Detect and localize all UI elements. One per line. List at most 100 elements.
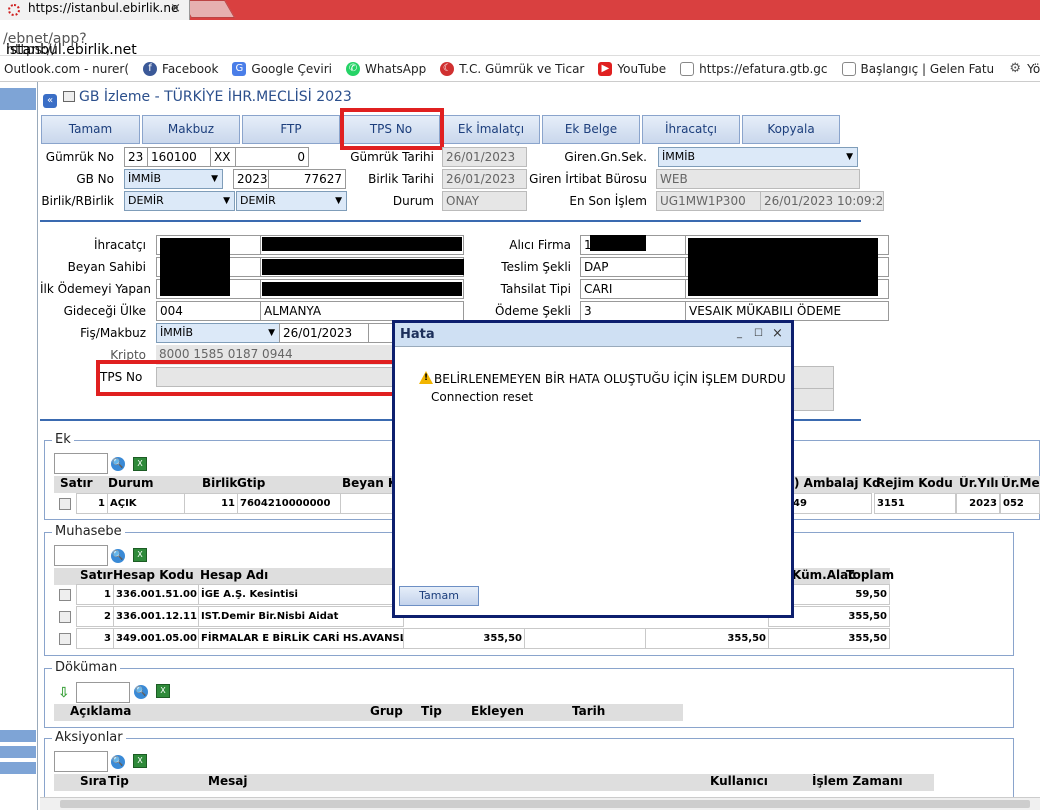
ek-panel-title: Ek [52,432,74,447]
ek-imalatci-button[interactable]: Ek İmalatçı [442,115,540,144]
fis-makbuz-select[interactable]: İMMİB ▼ [156,323,280,343]
muhasebe-search-input[interactable] [54,545,108,566]
col-header: Tip [421,704,442,718]
muh-cell-ad: İGE A.Ş. Kesintisi [198,584,404,605]
maximize-icon[interactable]: ☐ [753,329,764,340]
redaction-block [160,238,230,296]
horizontal-scrollbar[interactable] [40,797,1040,810]
birlik-tarihi-label: Birlik Tarihi [368,172,434,186]
gumruk-no-field[interactable]: 0 [235,147,309,167]
giren-gn-sek-select[interactable]: İMMİB ▼ [658,147,858,167]
ek-cell-yil: 2023 [956,493,1000,514]
bookmark-outlook[interactable]: Outlook.com - nurer( [4,62,129,76]
bookmarks-bar: Outlook.com - nurer( f Facebook G Google Ç… [0,56,1040,82]
giren-irtibat-label: Giren İrtibat Bürosu [529,172,647,186]
ek-cell-durum: AÇIK [107,493,185,514]
excel-export-icon[interactable]: X [133,457,147,471]
row-checkbox[interactable] [59,611,71,623]
left-nav-item[interactable] [0,88,36,110]
excel-export-icon[interactable]: X [156,684,170,698]
birlik-select[interactable]: DEMİR ▼ [124,191,235,211]
makbuz-button[interactable]: Makbuz [142,115,240,144]
col-header: Ekleyen [471,704,524,718]
bookmark-youtube[interactable]: ▶ YouTube [598,61,666,76]
ihracatci-label: İhracatçı [93,238,146,252]
col-header: Mesaj [208,774,248,788]
search-icon[interactable]: 🔍 [111,755,125,769]
gb-no-year-field[interactable]: 2023 [233,169,269,189]
search-icon[interactable]: 🔍 [111,457,125,471]
muh-cell-ad: IST.Demir Bir.Nisbi Aidat [198,606,404,627]
bookmark-google-translate[interactable]: G Google Çeviri [232,61,332,76]
ftp-button[interactable]: FTP [242,115,340,144]
kopyala-button[interactable]: Kopyala [742,115,840,144]
muh-cell-toplam: 355,50 [768,628,890,649]
row-checkbox[interactable] [59,589,71,601]
col-header: Tip [108,774,129,788]
gb-no-select[interactable]: İMMİB ▼ [124,169,223,189]
gidecegi-ulke-code[interactable]: 004 [156,301,261,321]
address-bar[interactable]: https://istanbul.ebirlik.net/ebnet/app? [0,20,1040,58]
giren-gn-sek-label: Giren.Gn.Sek. [564,150,647,164]
browser-tab[interactable]: https://istanbul.ebirlik.ne × [0,0,190,20]
gumruk-no-field[interactable]: 160100 [147,147,211,167]
bookmark-yonetici[interactable]: ⚙Yönetici Pan [1008,61,1040,76]
left-nav-item[interactable] [0,730,36,742]
alici-firma-label: Alıcı Firma [509,238,571,252]
muh-cell-ad: FİRMALAR E BİRLİK CARİ HS.AVANSLAR [198,628,404,649]
rbirlik-select[interactable]: DEMİR ▼ [236,191,347,211]
teslim-sekli-field[interactable]: DAP [580,257,686,277]
tab-close-icon[interactable]: × [170,0,181,17]
ek-belge-button[interactable]: Ek Belge [542,115,640,144]
download-icon[interactable]: ⇩ [58,685,70,701]
gumruk-no-field[interactable]: 23 [124,147,148,167]
aksiyonlar-search-input[interactable] [54,751,108,772]
facebook-icon: f [143,61,158,76]
gb-no-number-field[interactable]: 77627 [268,169,346,189]
ek-cell-men: 052 [1000,493,1040,514]
col-header: ) Ambalaj Kd [794,476,881,490]
gumruk-tarihi-field: 26/01/2023 [442,147,527,167]
odeme-sekli-code[interactable]: 3 [580,301,686,321]
search-icon[interactable]: 🔍 [134,685,148,699]
fis-makbuz-date[interactable]: 26/01/2023 [279,323,369,343]
page-title: GB İzleme - TÜRKİYE İHR.MECLİSİ 2023 [79,89,352,105]
dialog-ok-button[interactable]: Tamam [399,586,479,606]
ek-search-input[interactable] [54,453,108,474]
excel-export-icon[interactable]: X [133,548,147,562]
tab-title: https://istanbul.ebirlik.ne [28,1,179,15]
excel-export-icon[interactable]: X [133,754,147,768]
dokuman-search-input[interactable] [76,682,130,703]
col-header: Sıra [80,774,107,788]
bookmark-gumruk[interactable]: ☾ T.C. Gümrük ve Ticar [440,61,584,76]
row-checkbox[interactable] [59,633,71,645]
left-nav-item[interactable] [0,762,36,774]
minimize-icon[interactable]: _ [734,329,745,340]
dialog-title: Hata [400,327,435,342]
highlight-box [96,360,398,396]
bookmark-whatsapp[interactable]: ✆ WhatsApp [346,61,426,76]
tamam-button[interactable]: Tamam [41,115,140,144]
gumruk-no-field[interactable]: XX [210,147,236,167]
back-icon[interactable]: « [43,94,57,108]
odeme-sekli-label: Ödeme Şekli [495,304,571,318]
row-checkbox[interactable] [59,498,71,510]
close-icon[interactable]: × [772,327,783,340]
left-nav-item[interactable] [0,746,36,758]
bookmark-facebook[interactable]: f Facebook [143,61,218,76]
dialog-title-bar[interactable]: Hata _ ☐ × [395,323,791,347]
gb-no-label: GB No [76,172,114,186]
col-header: Hesap Adı [200,568,269,582]
bookmark-baslangic[interactable]: Başlangıç | Gelen Fatu [841,61,994,76]
search-icon[interactable]: 🔍 [111,549,125,563]
col-header: Rejim Kodu [876,476,953,490]
ek-cell-ambalaj: 49 [790,493,872,514]
error-message: BELİRLENEMEYEN BİR HATA OLUŞTUĞU İÇİN İŞ… [434,372,786,386]
tahsilat-tipi-field[interactable]: CARI [580,279,686,299]
teslim-sekli-label: Teslim Şekli [501,260,571,274]
col-header: Ür.Men [1001,476,1040,490]
birlik-label: Birlik/RBirlik [41,194,114,208]
muh-cell-satir: 2 [76,606,114,627]
ihracatci-button[interactable]: İhracatçı [642,115,740,144]
bookmark-efatura[interactable]: https://efatura.gtb.gc [680,61,828,76]
